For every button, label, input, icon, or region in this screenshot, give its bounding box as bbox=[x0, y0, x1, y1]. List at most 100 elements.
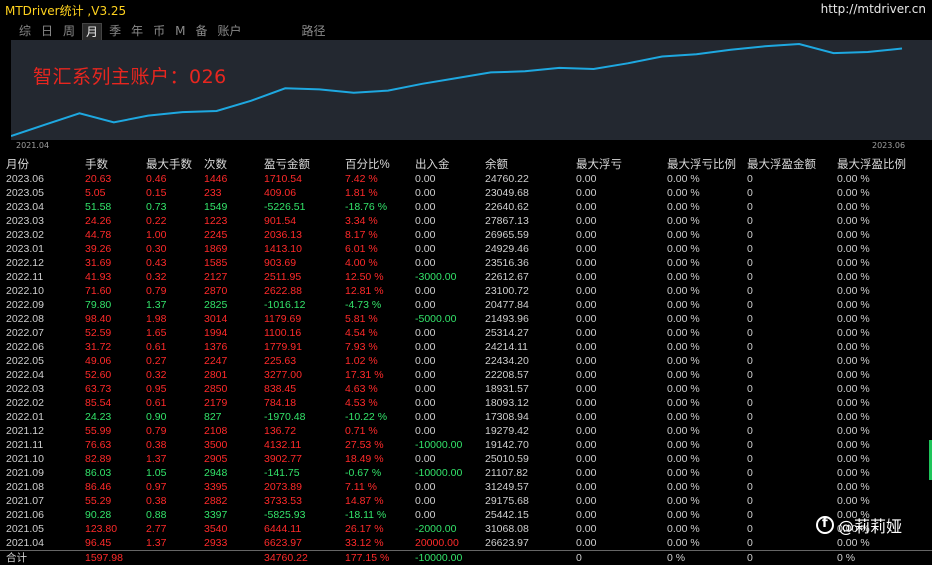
total-cell: 合计 bbox=[0, 551, 79, 565]
table-cell: 2933 bbox=[198, 536, 258, 551]
tab-5[interactable]: 年 bbox=[128, 23, 146, 39]
table-row[interactable]: 2022.1071.600.7928702622.8812.81 %0.0023… bbox=[0, 284, 932, 298]
table-cell: 827 bbox=[198, 410, 258, 424]
table-row[interactable]: 2021.0886.460.9733952073.897.11 %0.00312… bbox=[0, 480, 932, 494]
table-row[interactable]: 2021.1176.630.3835004132.1127.53 %-10000… bbox=[0, 438, 932, 452]
table-cell: 0 bbox=[741, 424, 831, 438]
table-cell: 0.00 % bbox=[831, 172, 932, 186]
table-cell: -5000.00 bbox=[409, 312, 479, 326]
table-row[interactable]: 2021.0690.280.883397-5825.93-18.11 %0.00… bbox=[0, 508, 932, 522]
site-url-link[interactable]: http://mtdriver.cn bbox=[821, 2, 926, 16]
column-header[interactable]: 余额 bbox=[479, 156, 570, 172]
column-header[interactable]: 最大手数 bbox=[140, 156, 198, 172]
table-row[interactable]: 2023.0139.260.3018691413.106.01 %0.00249… bbox=[0, 242, 932, 256]
table-cell: 2022.01 bbox=[0, 410, 79, 424]
table-row[interactable]: 2023.055.050.15233409.061.81 %0.0023049.… bbox=[0, 186, 932, 200]
table-cell: 1779.91 bbox=[258, 340, 339, 354]
table-cell: -1970.48 bbox=[258, 410, 339, 424]
table-row[interactable]: 2022.0752.591.6519941100.164.54 %0.00253… bbox=[0, 326, 932, 340]
table-row[interactable]: 2023.0324.260.221223901.543.34 %0.002786… bbox=[0, 214, 932, 228]
table-row[interactable]: 2023.0244.781.0022452036.138.17 %0.00269… bbox=[0, 228, 932, 242]
table-cell: 27.53 % bbox=[339, 438, 409, 452]
table-cell: 0.00 % bbox=[661, 368, 741, 382]
table-row[interactable]: 2021.1082.891.3729053902.7718.49 %0.0025… bbox=[0, 452, 932, 466]
table-cell: 0.00 % bbox=[831, 368, 932, 382]
tab-6[interactable]: 币 bbox=[150, 23, 168, 39]
table-row[interactable]: 2021.05123.802.7735406444.1126.17 %-2000… bbox=[0, 522, 932, 536]
table-cell: 2021.11 bbox=[0, 438, 79, 452]
tab-9[interactable]: 账户 bbox=[214, 23, 244, 39]
table-row[interactable]: 2022.1231.690.431585903.694.00 %0.002351… bbox=[0, 256, 932, 270]
table-cell: 31249.57 bbox=[479, 480, 570, 494]
table-cell: 2245 bbox=[198, 228, 258, 242]
table-cell: 1.81 % bbox=[339, 186, 409, 200]
column-header[interactable]: 盈亏金额 bbox=[258, 156, 339, 172]
table-cell: 2022.05 bbox=[0, 354, 79, 368]
column-header[interactable]: 最大浮亏比例 bbox=[661, 156, 741, 172]
platform-logo-icon bbox=[816, 516, 834, 534]
table-cell: -0.67 % bbox=[339, 466, 409, 480]
table-row[interactable]: 2022.0979.801.372825-1016.12-4.73 %0.002… bbox=[0, 298, 932, 312]
tab-8[interactable]: 备 bbox=[192, 23, 210, 39]
column-header[interactable]: 月份 bbox=[0, 156, 79, 172]
table-row[interactable]: 2022.0898.401.9830141179.695.81 %-5000.0… bbox=[0, 312, 932, 326]
table-cell: 0.00 bbox=[570, 368, 661, 382]
column-header[interactable]: 次数 bbox=[198, 156, 258, 172]
table-cell: 0 bbox=[741, 312, 831, 326]
tab-4[interactable]: 季 bbox=[106, 23, 124, 39]
column-header[interactable]: 手数 bbox=[79, 156, 140, 172]
table-row[interactable]: 2021.1255.990.792108136.720.71 %0.001927… bbox=[0, 424, 932, 438]
table-cell: 19142.70 bbox=[479, 438, 570, 452]
table-row[interactable]: 2022.0631.720.6113761779.917.93 %0.00242… bbox=[0, 340, 932, 354]
table-row[interactable]: 2022.0452.600.3228013277.0017.31 %0.0022… bbox=[0, 368, 932, 382]
tab-0[interactable]: 综 bbox=[16, 23, 34, 39]
column-header[interactable]: 出入金 bbox=[409, 156, 479, 172]
chart-x-start-label: 2021.04 bbox=[16, 141, 49, 150]
table-row[interactable]: 2023.0451.580.731549-5226.51-18.76 %0.00… bbox=[0, 200, 932, 214]
column-header[interactable]: 最大浮亏 bbox=[570, 156, 661, 172]
table-cell: 24.23 bbox=[79, 410, 140, 424]
table-row[interactable]: 2022.0124.230.90827-1970.48-10.22 %0.001… bbox=[0, 410, 932, 424]
table-cell: 0.00 bbox=[409, 368, 479, 382]
watermark: @莉莉娅 bbox=[816, 513, 902, 537]
table-cell: 12.81 % bbox=[339, 284, 409, 298]
table-cell: 0.00 % bbox=[661, 326, 741, 340]
tab-7[interactable]: M bbox=[172, 23, 188, 39]
table-cell: -141.75 bbox=[258, 466, 339, 480]
table-cell: 0 bbox=[741, 466, 831, 480]
table-cell: 0.97 bbox=[140, 480, 198, 494]
table-cell: 0.00 % bbox=[661, 340, 741, 354]
table-cell: 0.00 bbox=[409, 410, 479, 424]
table-cell: 0 bbox=[741, 480, 831, 494]
column-header[interactable]: 最大浮盈金额 bbox=[741, 156, 831, 172]
table-cell: 0.00 % bbox=[661, 172, 741, 186]
column-header[interactable]: 百分比% bbox=[339, 156, 409, 172]
table-cell: 903.69 bbox=[258, 256, 339, 270]
table-cell: 26623.97 bbox=[479, 536, 570, 551]
table-row[interactable]: 2021.0986.031.052948-141.75-0.67 %-10000… bbox=[0, 466, 932, 480]
tab-2[interactable]: 周 bbox=[60, 23, 78, 39]
table-cell: 0.00 % bbox=[831, 214, 932, 228]
table-row[interactable]: 2023.0620.630.4614461710.547.42 %0.00247… bbox=[0, 172, 932, 186]
table-cell: 2882 bbox=[198, 494, 258, 508]
table-cell: 18931.57 bbox=[479, 382, 570, 396]
table-row[interactable]: 2022.0285.540.612179784.184.53 %0.001809… bbox=[0, 396, 932, 410]
table-row[interactable]: 2021.0755.290.3828823733.5314.87 %0.0029… bbox=[0, 494, 932, 508]
table-row[interactable]: 2022.1141.930.3221272511.9512.50 %-3000.… bbox=[0, 270, 932, 284]
table-cell: 0.00 bbox=[409, 396, 479, 410]
tab-1[interactable]: 日 bbox=[38, 23, 56, 39]
table-row[interactable]: 2021.0496.451.3729336623.9733.12 %20000.… bbox=[0, 536, 932, 551]
table-cell: 0 bbox=[741, 326, 831, 340]
table-cell: 0.00 % bbox=[661, 494, 741, 508]
tab-3[interactable]: 月 bbox=[82, 23, 102, 41]
table-cell: 2021.12 bbox=[0, 424, 79, 438]
table-cell: 0.00 % bbox=[831, 270, 932, 284]
table-cell: 0.00 bbox=[409, 228, 479, 242]
tab-10[interactable]: 路径 bbox=[299, 23, 329, 39]
column-header[interactable]: 最大浮盈比例 bbox=[831, 156, 932, 172]
table-row[interactable]: 2022.0549.060.272247225.631.02 %0.002243… bbox=[0, 354, 932, 368]
table-cell: 2905 bbox=[198, 452, 258, 466]
table-cell: 0.00 % bbox=[831, 298, 932, 312]
table-row[interactable]: 2022.0363.730.952850838.454.63 %0.001893… bbox=[0, 382, 932, 396]
table-cell: 2511.95 bbox=[258, 270, 339, 284]
